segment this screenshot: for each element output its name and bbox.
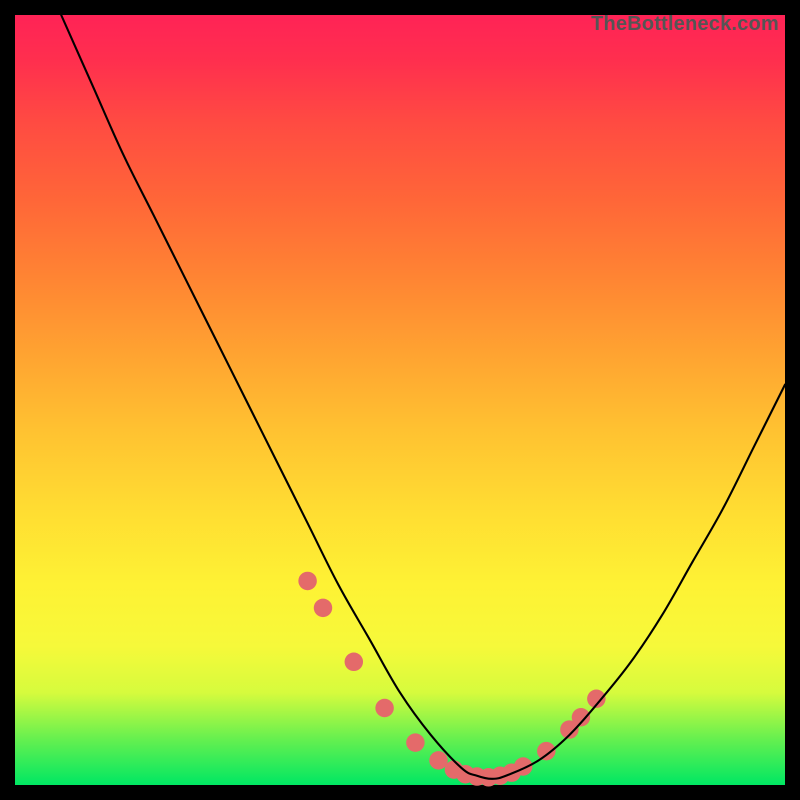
red-dot	[429, 751, 447, 769]
red-dot	[314, 599, 332, 617]
red-dot	[345, 653, 363, 671]
watermark-text: TheBottleneck.com	[591, 13, 779, 36]
red-dot	[406, 733, 424, 751]
chart-frame: TheBottleneck.com	[15, 15, 785, 785]
red-dot	[375, 699, 393, 717]
chart-svg	[15, 15, 785, 785]
bottleneck-curve	[61, 15, 785, 779]
red-dots-group	[298, 572, 605, 787]
red-dot	[298, 572, 316, 590]
